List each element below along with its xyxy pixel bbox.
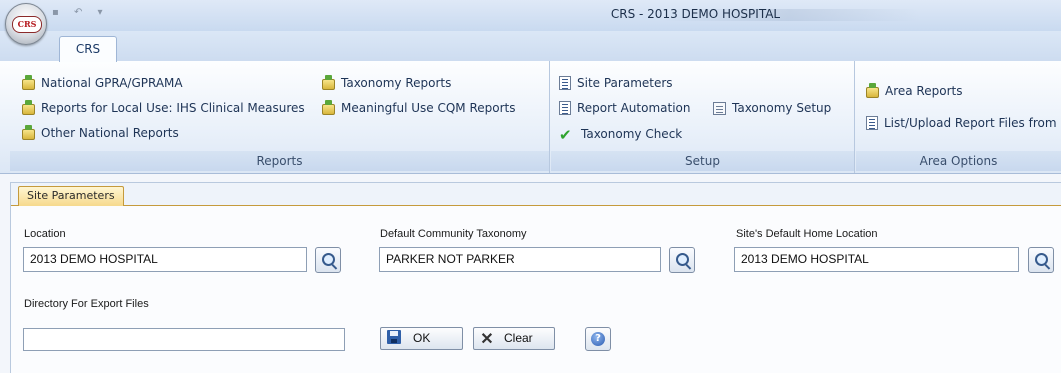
ribbon-group-label-area-options: Area Options [856,151,1061,171]
export-directory-field[interactable] [23,328,345,351]
local-use-reports-button[interactable]: Reports for Local Use: IHS Clinical Meas… [22,98,305,118]
taxonomy-check-button[interactable]: ✔ Taxonomy Check [559,124,682,144]
national-gpra-label: National GPRA/GPRAMA [41,76,183,90]
application-menu-button[interactable]: CRS [5,3,47,45]
help-icon: ? [591,332,605,346]
tab-site-parameters[interactable]: Site Parameters [18,186,124,206]
list-upload-report-files-button[interactable]: List/Upload Report Files from [866,113,1057,133]
report-folder-icon [866,83,879,98]
ribbon: National GPRA/GPRAMA Reports for Local U… [0,61,1061,174]
location-label: Location [24,228,66,240]
ribbon-group-reports: National GPRA/GPRAMA Reports for Local U… [10,61,550,173]
clear-button[interactable]: ✕ Clear [473,327,555,350]
ribbon-group-setup: Site Parameters Report Automation Taxono… [551,61,855,173]
magnifier-icon [676,253,689,266]
crs-logo-icon: CRS [12,16,42,33]
report-folder-icon [322,75,335,90]
document-icon [713,102,726,115]
area-reports-button[interactable]: Area Reports [866,81,962,101]
export-directory-label: Directory For Export Files [24,298,149,310]
ribbon-group-label-reports: Reports [10,151,549,171]
ribbon-group-area-options: Area Reports List/Upload Report Files fr… [856,61,1061,173]
taxonomy-reports-label: Taxonomy Reports [341,76,452,90]
report-folder-icon [22,100,35,115]
site-parameters-button[interactable]: Site Parameters [559,73,673,93]
ribbon-group-label-setup: Setup [551,151,854,171]
magnifier-icon [322,253,335,266]
meaningful-use-cqm-label: Meaningful Use CQM Reports [341,101,516,115]
list-upload-report-files-label: List/Upload Report Files from [884,116,1057,130]
area-reports-label: Area Reports [885,84,963,98]
list-icon [559,76,571,90]
list-icon [559,101,571,115]
list-icon [866,116,878,130]
taxonomy-setup-label: Taxonomy Setup [732,101,832,115]
report-automation-label: Report Automation [577,101,691,115]
community-taxonomy-lookup-button[interactable] [669,247,695,273]
help-button[interactable]: ? [585,327,611,351]
home-location-lookup-button[interactable] [1028,247,1054,273]
location-field[interactable]: 2013 DEMO HOSPITAL [23,247,307,272]
national-gpra-button[interactable]: National GPRA/GPRAMA [22,73,183,93]
taxonomy-reports-button[interactable]: Taxonomy Reports [322,73,451,93]
checkmark-icon: ✔ [559,126,572,144]
ribbon-tab-strip [0,31,1061,62]
window-title: CRS - 2013 DEMO HOSPITAL [610,7,781,21]
community-taxonomy-field[interactable]: PARKER NOT PARKER [379,247,661,272]
community-taxonomy-label: Default Community Taxonomy [380,228,527,240]
location-lookup-button[interactable] [315,247,341,273]
report-folder-icon [22,75,35,90]
report-automation-button[interactable]: Report Automation [559,98,690,118]
other-national-reports-button[interactable]: Other National Reports [22,123,179,143]
magnifier-icon [1035,253,1048,266]
title-bar: ▪ ↶ ▾ CRS - 2013 DEMO HOSPITAL [0,0,1061,32]
local-use-reports-label: Reports for Local Use: IHS Clinical Meas… [41,101,305,115]
close-icon: ✕ [480,331,494,348]
taxonomy-setup-button[interactable]: Taxonomy Setup [713,98,831,118]
ok-button[interactable]: OK [380,327,463,350]
home-location-label: Site's Default Home Location [736,228,878,240]
report-folder-icon [22,125,35,140]
other-national-reports-label: Other National Reports [41,126,179,140]
site-parameters-label: Site Parameters [577,76,673,90]
ok-label: OK [413,331,431,345]
taxonomy-check-label: Taxonomy Check [581,127,683,141]
report-folder-icon [322,100,335,115]
tab-crs[interactable]: CRS [59,36,117,62]
save-icon [387,330,401,344]
meaningful-use-cqm-button[interactable]: Meaningful Use CQM Reports [322,98,516,118]
clear-label: Clear [504,331,533,345]
home-location-field[interactable]: 2013 DEMO HOSPITAL [734,247,1019,272]
